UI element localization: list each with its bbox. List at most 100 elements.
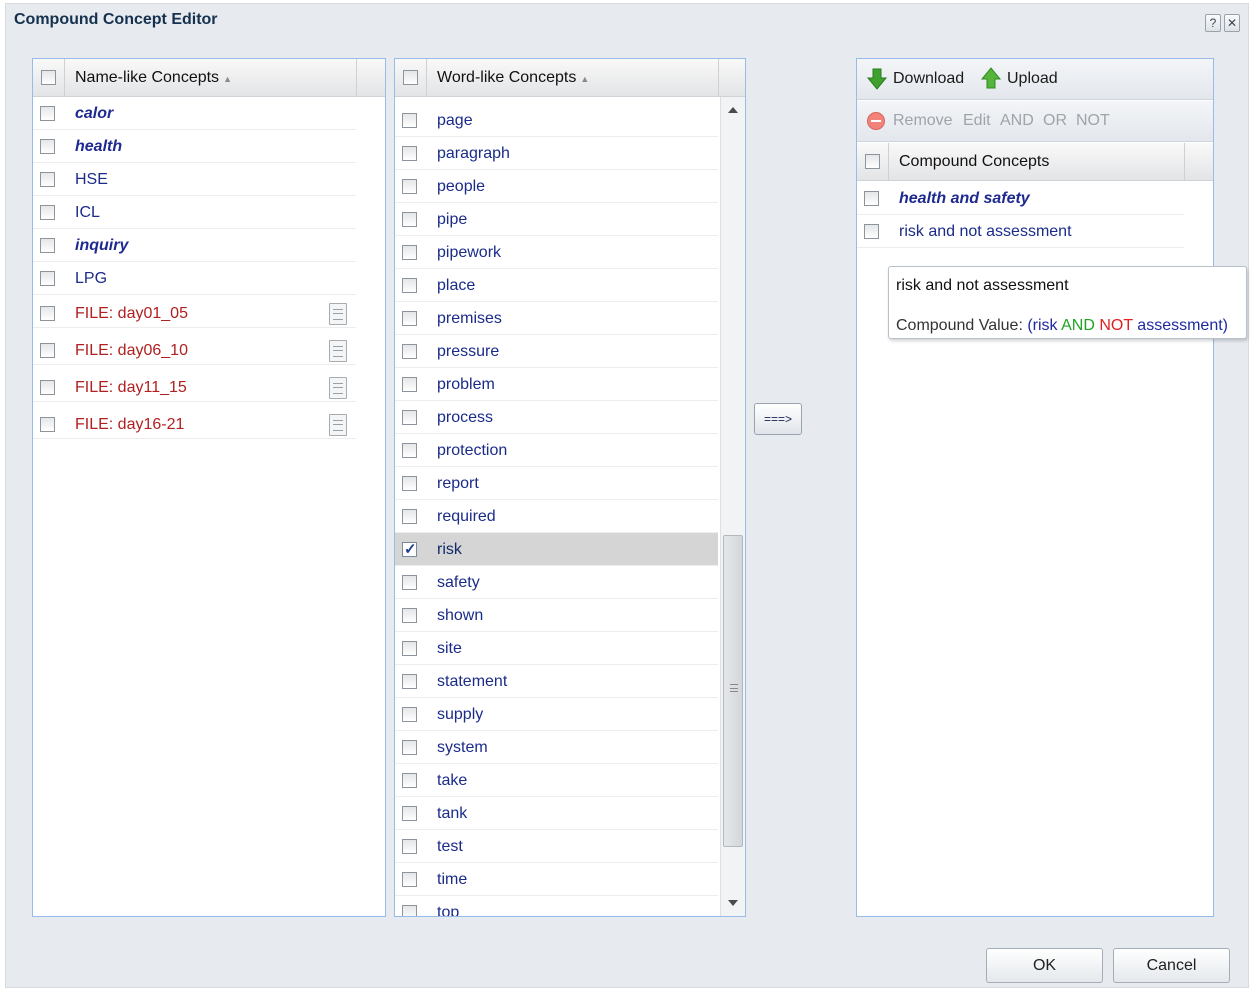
word-concept-row[interactable]: time xyxy=(395,863,718,896)
row-checkbox[interactable] xyxy=(40,139,55,154)
compound-concept-row[interactable]: risk and not assessment xyxy=(857,215,1184,248)
word-concept-row[interactable]: supply xyxy=(395,698,718,731)
name-concept-row[interactable]: HSE xyxy=(33,163,356,196)
document-icon[interactable] xyxy=(329,303,347,325)
row-checkbox[interactable] xyxy=(402,443,417,458)
name-concept-row[interactable]: health xyxy=(33,130,356,163)
select-all-compound-checkbox[interactable] xyxy=(865,154,880,169)
row-checkbox[interactable] xyxy=(402,872,417,887)
ok-button[interactable]: OK xyxy=(986,948,1103,983)
name-concept-row[interactable]: inquiry xyxy=(33,229,356,262)
name-concept-row[interactable]: FILE: day01_05 xyxy=(33,295,356,328)
row-checkbox[interactable] xyxy=(402,278,417,293)
cancel-button[interactable]: Cancel xyxy=(1113,948,1230,983)
scrollbar-thumb[interactable] xyxy=(723,535,743,847)
name-concept-row[interactable]: ICL xyxy=(33,196,356,229)
document-icon[interactable] xyxy=(329,377,347,399)
row-checkbox[interactable] xyxy=(402,608,417,623)
word-concept-row[interactable]: pipework xyxy=(395,236,718,269)
row-checkbox[interactable] xyxy=(402,179,417,194)
row-checkbox[interactable] xyxy=(402,707,417,722)
row-checkbox[interactable] xyxy=(402,212,417,227)
row-checkbox[interactable] xyxy=(402,674,417,689)
word-concept-row[interactable]: risk xyxy=(395,533,718,566)
select-all-name-concepts-checkbox[interactable] xyxy=(41,70,56,85)
word-concept-row[interactable]: take xyxy=(395,764,718,797)
scroll-up-arrow-icon[interactable] xyxy=(728,107,738,113)
word-like-concepts-column-header[interactable]: Word-like Concepts ▲ xyxy=(437,69,589,87)
word-concept-row[interactable]: process xyxy=(395,401,718,434)
row-checkbox[interactable] xyxy=(402,410,417,425)
help-icon[interactable]: ? xyxy=(1205,14,1221,32)
name-concept-row[interactable]: FILE: day06_10 xyxy=(33,332,356,365)
row-checkbox[interactable] xyxy=(402,245,417,260)
compound-concepts-column-header[interactable]: Compound Concepts xyxy=(899,153,1049,171)
upload-button[interactable]: Upload xyxy=(1007,70,1058,88)
word-concept-row[interactable]: statement xyxy=(395,665,718,698)
name-concept-row[interactable]: FILE: day16-21 xyxy=(33,406,356,439)
word-concept-row[interactable]: people xyxy=(395,170,718,203)
word-concept-row[interactable]: pressure xyxy=(395,335,718,368)
word-concept-row[interactable]: page xyxy=(395,104,718,137)
close-icon[interactable]: ✕ xyxy=(1224,14,1240,32)
row-checkbox[interactable] xyxy=(402,540,417,558)
document-icon[interactable] xyxy=(329,340,347,362)
word-list-scrollbar[interactable] xyxy=(720,97,745,916)
row-checkbox[interactable] xyxy=(40,238,55,253)
row-checkbox[interactable] xyxy=(402,905,417,916)
row-checkbox[interactable] xyxy=(402,575,417,590)
word-concept-row[interactable]: premises xyxy=(395,302,718,335)
and-button[interactable]: AND xyxy=(1000,112,1034,130)
word-concept-row[interactable]: system xyxy=(395,731,718,764)
word-concept-row[interactable]: protection xyxy=(395,434,718,467)
word-concept-row[interactable]: report xyxy=(395,467,718,500)
row-checkbox[interactable] xyxy=(40,306,55,321)
select-all-word-concepts-checkbox[interactable] xyxy=(403,70,418,85)
add-to-compound-button[interactable]: ===> xyxy=(754,403,802,435)
word-concept-row[interactable]: tank xyxy=(395,797,718,830)
word-concept-row[interactable]: place xyxy=(395,269,718,302)
row-checkbox[interactable] xyxy=(40,172,55,187)
edit-button[interactable]: Edit xyxy=(963,112,991,130)
word-concept-row[interactable]: problem xyxy=(395,368,718,401)
word-concept-row[interactable]: top xyxy=(395,896,718,916)
word-concept-row[interactable]: paragraph xyxy=(395,137,718,170)
name-concept-row[interactable]: FILE: day11_15 xyxy=(33,369,356,402)
row-checkbox[interactable] xyxy=(402,839,417,854)
upload-arrow-icon[interactable] xyxy=(979,66,1003,90)
name-like-concepts-column-header[interactable]: Name-like Concepts ▲ xyxy=(75,69,232,87)
word-concept-row[interactable]: shown xyxy=(395,599,718,632)
not-button[interactable]: NOT xyxy=(1076,112,1110,130)
row-checkbox[interactable] xyxy=(402,113,417,128)
remove-circle-icon[interactable] xyxy=(867,112,885,130)
row-checkbox[interactable] xyxy=(40,271,55,286)
row-checkbox[interactable] xyxy=(40,343,55,358)
row-checkbox[interactable] xyxy=(40,380,55,395)
row-checkbox[interactable] xyxy=(864,224,879,239)
row-checkbox[interactable] xyxy=(402,509,417,524)
word-concept-row[interactable]: site xyxy=(395,632,718,665)
word-concept-row[interactable]: safety xyxy=(395,566,718,599)
row-checkbox[interactable] xyxy=(402,641,417,656)
row-checkbox[interactable] xyxy=(402,311,417,326)
word-concept-row[interactable]: pipe xyxy=(395,203,718,236)
row-checkbox[interactable] xyxy=(402,476,417,491)
document-icon[interactable] xyxy=(329,414,347,436)
compound-concept-row[interactable]: health and safety xyxy=(857,182,1184,215)
download-button[interactable]: Download xyxy=(893,70,964,88)
download-arrow-icon[interactable] xyxy=(865,67,889,91)
word-concept-row[interactable]: test xyxy=(395,830,718,863)
scroll-down-arrow-icon[interactable] xyxy=(728,900,738,906)
or-button[interactable]: OR xyxy=(1043,112,1067,130)
row-checkbox[interactable] xyxy=(40,106,55,121)
row-checkbox[interactable] xyxy=(402,773,417,788)
row-checkbox[interactable] xyxy=(40,417,55,432)
remove-button[interactable]: Remove xyxy=(893,112,953,130)
row-checkbox[interactable] xyxy=(40,205,55,220)
row-checkbox[interactable] xyxy=(864,191,879,206)
word-concept-row[interactable]: required xyxy=(395,500,718,533)
row-checkbox[interactable] xyxy=(402,146,417,161)
row-checkbox[interactable] xyxy=(402,740,417,755)
name-concept-row[interactable]: calor xyxy=(33,97,356,130)
row-checkbox[interactable] xyxy=(402,377,417,392)
